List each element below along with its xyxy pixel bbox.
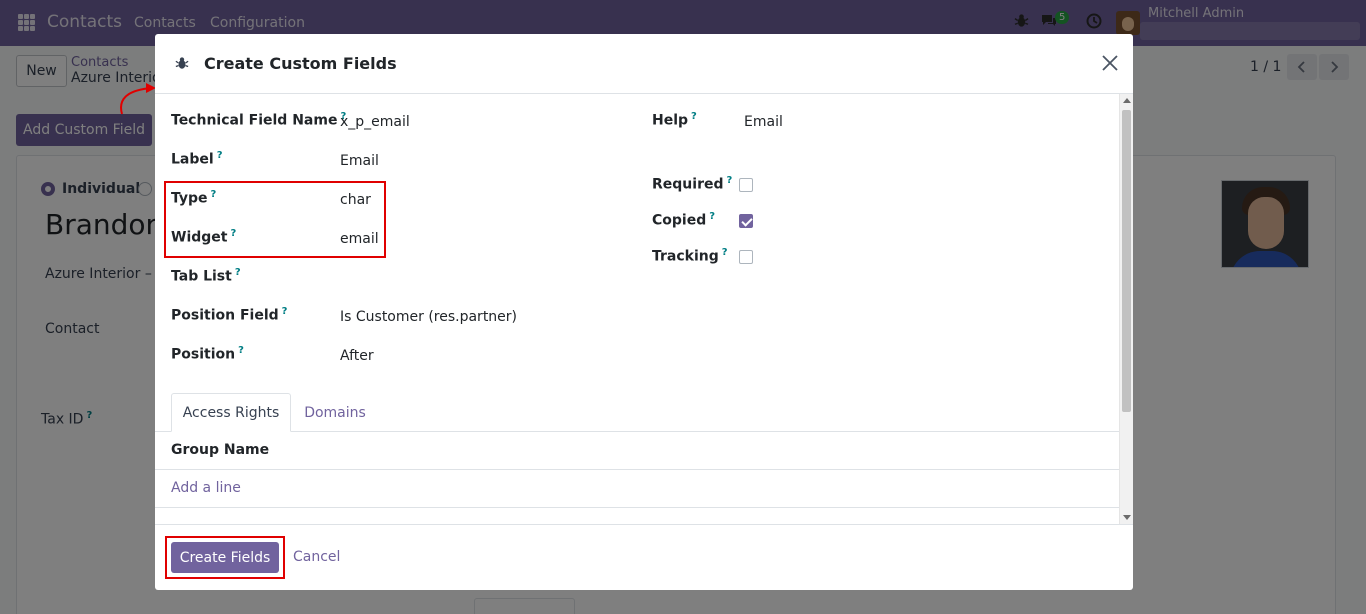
help-tooltip-icon[interactable]: ? bbox=[217, 150, 223, 161]
help-tooltip-icon[interactable]: ? bbox=[282, 306, 288, 317]
help-tooltip-icon[interactable]: ? bbox=[709, 211, 715, 222]
position-select[interactable]: After bbox=[340, 348, 374, 364]
help-tooltip-icon[interactable]: ? bbox=[235, 267, 241, 278]
position-label: Position? bbox=[171, 345, 244, 363]
dialog-header: Create Custom Fields bbox=[155, 34, 1133, 94]
label-field-label: Label? bbox=[171, 150, 223, 168]
add-a-line-link[interactable]: Add a line bbox=[171, 480, 241, 496]
required-label: Required? bbox=[652, 175, 733, 193]
group-name-column-header[interactable]: Group Name bbox=[171, 442, 269, 458]
technical-field-name-input[interactable]: x_p_email bbox=[340, 114, 410, 130]
scroll-down-icon[interactable] bbox=[1123, 515, 1131, 520]
position-field-label: Position Field? bbox=[171, 306, 288, 324]
position-field-select[interactable]: Is Customer (res.partner) bbox=[340, 309, 517, 325]
help-tooltip-icon[interactable]: ? bbox=[726, 175, 732, 186]
create-fields-highlight-box bbox=[165, 536, 285, 579]
tab-domains[interactable]: Domains bbox=[295, 393, 375, 432]
help-tooltip-icon[interactable]: ? bbox=[238, 345, 244, 356]
annotation-arrow-icon bbox=[120, 83, 156, 115]
help-tooltip-icon[interactable]: ? bbox=[691, 111, 697, 122]
help-tooltip-icon[interactable]: ? bbox=[722, 247, 728, 258]
tracking-checkbox[interactable] bbox=[739, 250, 753, 264]
bug-icon bbox=[175, 57, 189, 69]
help-field-label: Help? bbox=[652, 111, 697, 129]
type-widget-highlight-box bbox=[164, 181, 386, 258]
required-checkbox[interactable] bbox=[739, 178, 753, 192]
cancel-button[interactable]: Cancel bbox=[293, 549, 340, 565]
tab-list-field-label: Tab List? bbox=[171, 267, 241, 285]
tracking-label: Tracking? bbox=[652, 247, 728, 265]
dialog-body: Technical Field Name? x_p_email Label? E… bbox=[155, 94, 1119, 524]
create-custom-fields-dialog: Create Custom Fields Technical Field Nam… bbox=[155, 34, 1133, 590]
list-bottom-divider bbox=[155, 507, 1119, 508]
technical-field-name-label: Technical Field Name? bbox=[171, 111, 347, 129]
scroll-up-icon[interactable] bbox=[1123, 98, 1131, 103]
help-input[interactable]: Email bbox=[744, 114, 783, 130]
label-input[interactable]: Email bbox=[340, 153, 379, 169]
tab-access-rights[interactable]: Access Rights bbox=[171, 393, 291, 432]
dialog-title: Create Custom Fields bbox=[204, 54, 397, 73]
close-icon[interactable] bbox=[1101, 54, 1119, 72]
copied-label: Copied? bbox=[652, 211, 716, 229]
scrollbar-thumb[interactable] bbox=[1122, 110, 1131, 412]
list-header-divider bbox=[155, 469, 1119, 470]
dialog-scrollbar[interactable] bbox=[1119, 94, 1133, 524]
copied-checkbox[interactable] bbox=[739, 214, 753, 228]
dialog-footer: Create Fields Cancel bbox=[155, 524, 1133, 590]
